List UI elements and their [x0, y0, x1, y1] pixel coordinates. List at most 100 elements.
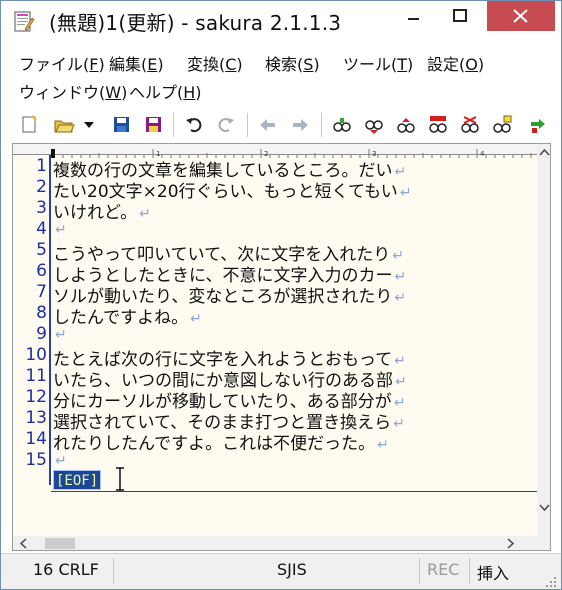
maximize-button[interactable]	[437, 1, 481, 31]
line-number: 7	[36, 282, 47, 302]
text-line[interactable]: たとえば次の行に文字を入れようとおもって ↵	[53, 345, 406, 370]
horizontal-scroll-thumb[interactable]	[45, 538, 75, 549]
jump-back-button[interactable]	[257, 114, 279, 136]
menu-help[interactable]: ヘルプ(H)	[129, 79, 202, 103]
menu-search[interactable]: 検索(S)	[265, 51, 320, 75]
save-all-button[interactable]	[143, 114, 165, 136]
search-prev-button[interactable]	[395, 114, 417, 136]
return-mark-icon: ↵	[377, 437, 389, 453]
menu-convert[interactable]: 変換(C)	[187, 51, 243, 75]
line-number: 15	[25, 450, 47, 470]
menu-convert-key: C	[225, 55, 237, 74]
text-line[interactable]: こうやって叩いていて、次に文字を入れたり ↵	[53, 240, 404, 265]
line-number-gutter: 1 2 3 4 5 6 7 8 9 10 11 12 13 14 15	[13, 155, 51, 485]
menu-tools[interactable]: ツール(T)	[343, 51, 413, 75]
line-text: したんですよね。	[53, 308, 189, 328]
vertical-scrollbar[interactable]	[537, 144, 550, 536]
text-area[interactable]: 複数の行の文章を編集しているところ。だい ↵ たい20文字×20行ぐらい、もっと短…	[53, 155, 537, 485]
return-mark-icon: ↵	[399, 185, 412, 201]
menu-window-label: ウィンドウ(	[19, 83, 106, 102]
menu-file-tail: )	[98, 55, 105, 74]
line-number: 13	[25, 408, 47, 428]
scroll-up-icon[interactable]	[539, 148, 550, 156]
menu-tools-tail: )	[407, 55, 414, 74]
scroll-right-icon[interactable]	[507, 538, 515, 549]
menu-window[interactable]: ウィンドウ(W)	[19, 79, 127, 103]
minimize-button[interactable]	[391, 1, 435, 31]
open-dropdown-button[interactable]	[81, 114, 97, 136]
open-folder-icon	[54, 120, 75, 133]
redo-button[interactable]	[215, 114, 237, 136]
title-bar[interactable]: (無題)1(更新) - sakura 2.1.1.3	[1, 1, 561, 43]
jump-forward-button[interactable]	[289, 114, 311, 136]
scroll-down-icon[interactable]	[539, 504, 550, 512]
return-mark-icon: ↵	[55, 453, 67, 469]
text-line[interactable]: いけれど。 ↵	[53, 198, 151, 223]
text-line[interactable]: 選択されていて、そのまま打つと置き換えら ↵	[53, 408, 405, 433]
status-separator	[113, 558, 114, 584]
save-button[interactable]	[111, 114, 133, 136]
text-line[interactable]: 分にカーソルが移動していたり、ある部分が ↵	[53, 387, 406, 412]
horizontal-scrollbar[interactable]	[13, 536, 537, 550]
scrollbar-corner	[537, 536, 550, 550]
column-ruler: 1 2 3 4	[13, 144, 537, 158]
replace-button[interactable]	[427, 114, 449, 136]
undo-icon	[186, 118, 202, 133]
clear-mark-button[interactable]	[459, 114, 481, 136]
new-file-icon	[22, 115, 37, 133]
return-mark-icon: ↵	[55, 327, 67, 343]
menu-file-label: ファイル(	[19, 55, 90, 74]
menu-edit-tail: )	[157, 55, 164, 74]
return-mark-icon: ↵	[394, 290, 407, 306]
grep-search-icon	[333, 118, 351, 132]
toolbar-separator	[321, 113, 322, 137]
editor-pane[interactable]: 1 2 3 4 1 2 3 4 5 6 7 8 9 10 11 12 13 14…	[12, 143, 551, 551]
text-line[interactable]: 複数の行の文章を編集しているところ。だい ↵	[53, 156, 406, 181]
text-line[interactable]: ↵	[53, 450, 67, 470]
save-all-icon	[146, 117, 161, 132]
resize-grip-icon[interactable]	[545, 573, 557, 587]
encoding-indicator[interactable]: SJIS	[277, 560, 307, 579]
rec-indicator: REC	[427, 560, 460, 579]
maximize-icon	[453, 9, 467, 22]
search-next-icon	[365, 120, 383, 134]
bookmark-next-icon	[531, 119, 545, 133]
minimize-icon	[408, 18, 419, 20]
dropdown-icon	[84, 122, 94, 128]
grep-search-button[interactable]	[331, 114, 353, 136]
menu-bar: ファイル(F) 編集(E) 変換(C) 検索(S) ツール(T) 設定(O) ウ…	[1, 47, 561, 103]
search-highlight-button[interactable]	[491, 114, 513, 136]
menu-file[interactable]: ファイル(F)	[19, 51, 105, 75]
menu-search-key: S	[303, 55, 314, 74]
return-mark-icon: ↵	[393, 416, 405, 432]
cursor-position: 16 CRLF	[33, 560, 99, 579]
menu-edit[interactable]: 編集(E)	[109, 51, 164, 75]
text-line[interactable]: したんですよね。 ↵	[53, 303, 202, 328]
search-prev-icon	[397, 118, 415, 133]
text-line[interactable]: れたりしたんですよ。これは不便だった。 ↵	[53, 429, 389, 454]
bookmark-next-button[interactable]	[527, 114, 549, 136]
open-folder-button[interactable]	[53, 114, 75, 136]
menu-edit-key: E	[147, 55, 158, 74]
text-line[interactable]: ↵	[53, 219, 67, 239]
toolbar	[1, 107, 561, 141]
status-bar: 16 CRLF SJIS REC 挿入	[1, 553, 561, 589]
return-mark-icon: ↵	[139, 206, 151, 222]
text-line[interactable]: ソルが動いたり、変なところが選択されたり ↵	[53, 282, 406, 307]
status-separator	[469, 558, 470, 584]
menu-window-tail: )	[121, 83, 128, 102]
new-file-button[interactable]	[19, 114, 41, 136]
scroll-left-icon[interactable]	[19, 538, 27, 549]
search-next-button[interactable]	[363, 114, 385, 136]
text-line[interactable]: いたら、いつの間にか意図しない行のある部 ↵	[53, 366, 407, 391]
menu-settings[interactable]: 設定(O)	[427, 51, 484, 75]
insert-mode-indicator[interactable]: 挿入	[477, 560, 509, 584]
text-line[interactable]: ↵	[53, 324, 67, 344]
text-line[interactable]: たい20文字×20行ぐらい、もっと短くてもい ↵	[53, 177, 412, 202]
text-line[interactable]: しようとしたときに、不意に文字入力のカー ↵	[53, 261, 406, 286]
menu-edit-label: 編集(	[109, 55, 148, 74]
document-pencil-icon	[13, 10, 35, 34]
undo-button[interactable]	[183, 114, 205, 136]
menu-convert-label: 変換(	[187, 55, 226, 74]
close-button[interactable]	[487, 1, 555, 31]
